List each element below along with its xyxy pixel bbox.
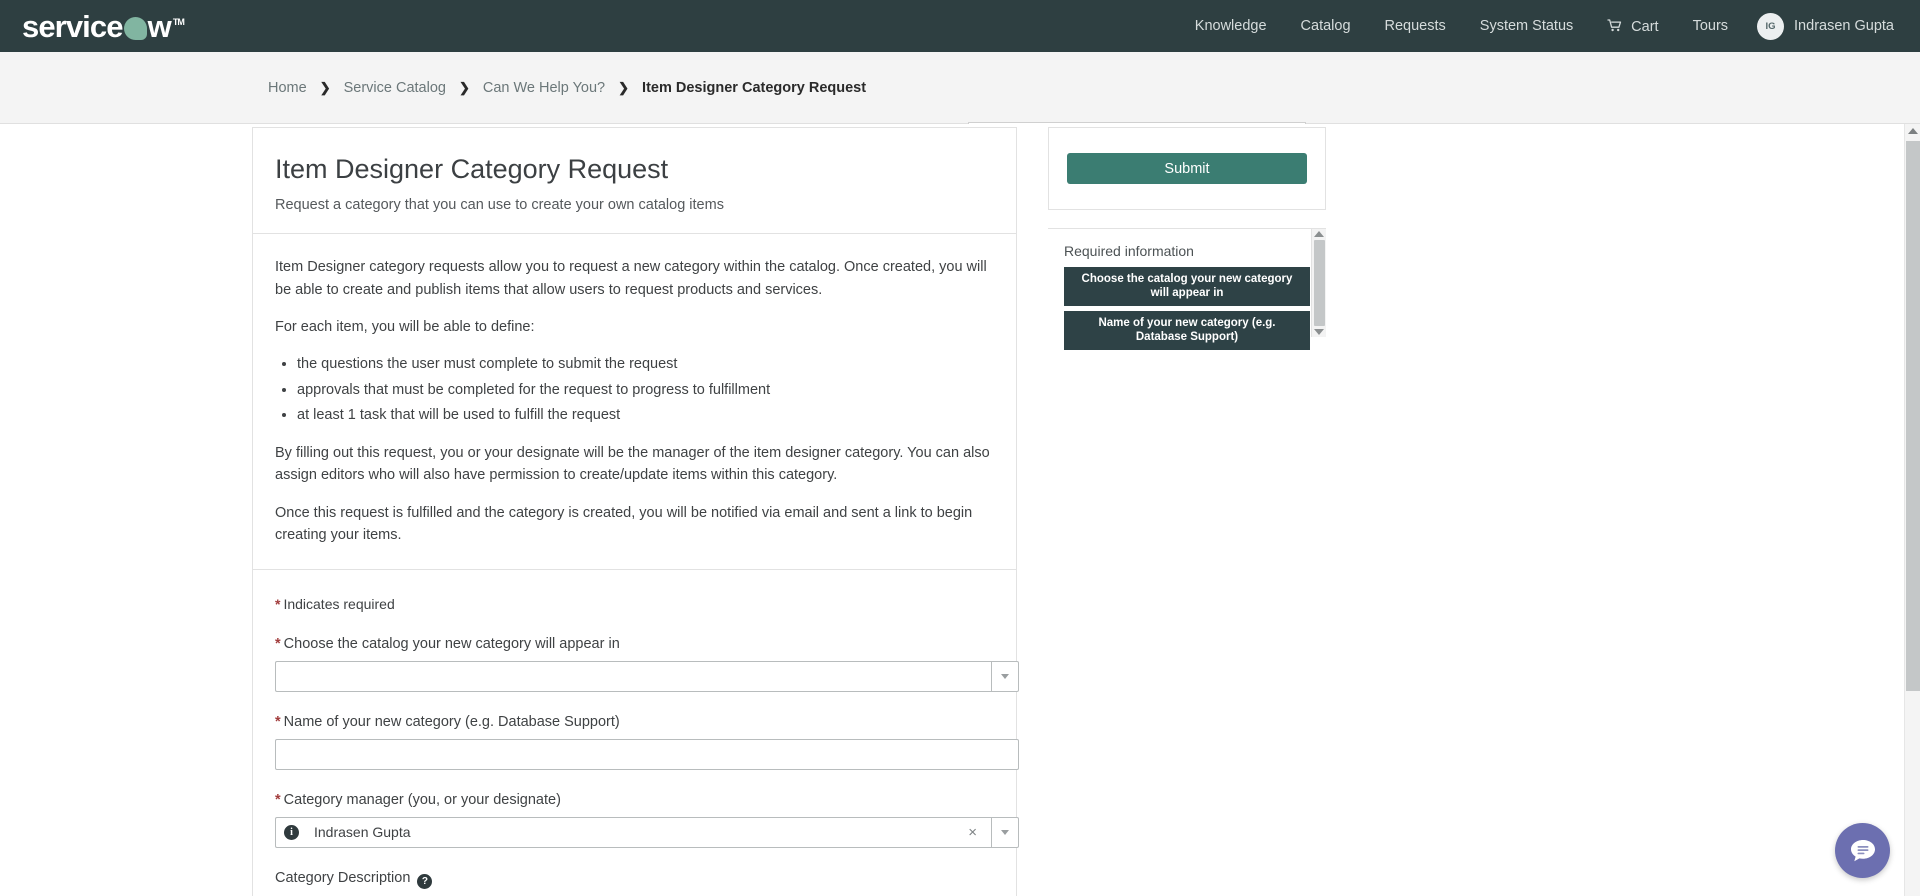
- field-category-name-label: * Name of your new category (e.g. Databas…: [275, 714, 994, 730]
- intro-paragraph-2: For each item, you will be able to defin…: [275, 318, 535, 335]
- field-category-manager: * Category manager (you, or your designat…: [275, 792, 1019, 848]
- breadcrumb-home[interactable]: Home: [268, 80, 307, 96]
- logo-o-mark: [123, 16, 147, 40]
- catalog-form: * Indicates required * Choose the catalog …: [253, 570, 1019, 896]
- required-legend: * Indicates required: [275, 596, 994, 612]
- field-category-description-label-text: Category Description: [275, 869, 411, 886]
- scroll-down-arrow-icon[interactable]: [1314, 329, 1324, 335]
- category-manager-value: Indrasen Gupta: [314, 824, 411, 841]
- catalog-select-dropdown-button[interactable]: [991, 660, 1019, 692]
- required-asterisk: *: [275, 791, 281, 808]
- logo-text-right: w: [147, 8, 172, 44]
- breadcrumb-current: Item Designer Category Request: [642, 79, 867, 96]
- top-header: service w TM Knowledge Catalog Requests Sy…: [0, 0, 1920, 52]
- category-manager-field[interactable]: i Indrasen Gupta ×: [275, 816, 991, 848]
- chevron-right-icon: ❯: [618, 79, 630, 95]
- breadcrumb-bar: Home ❯ Service Catalog ❯ Can We Help You…: [0, 52, 1920, 156]
- page-scrollbar-thumb[interactable]: [1906, 141, 1920, 691]
- scrollbar-thumb[interactable]: [1313, 240, 1325, 326]
- nav-requests[interactable]: Requests: [1368, 18, 1463, 34]
- submit-button[interactable]: Submit: [1067, 153, 1307, 184]
- page-body: Item Designer Category Request Request a…: [0, 124, 1920, 896]
- nav-tours[interactable]: Tours: [1676, 18, 1745, 34]
- scroll-up-arrow-icon[interactable]: [1314, 231, 1324, 237]
- page-subtitle: Request a category that you can use to c…: [275, 197, 724, 214]
- info-icon[interactable]: i: [284, 824, 299, 840]
- nav-knowledge[interactable]: Knowledge: [1178, 18, 1284, 34]
- chevron-down-icon: [1001, 673, 1009, 679]
- required-information-panel: Required information Choose the catalog …: [1048, 228, 1326, 350]
- field-catalog-label-text: Choose the catalog your new category wil…: [283, 635, 620, 652]
- breadcrumb-service-catalog[interactable]: Service Catalog: [344, 80, 446, 96]
- nav-catalog[interactable]: Catalog: [1284, 18, 1368, 34]
- breadcrumb: Home ❯ Service Catalog ❯ Can We Help You…: [268, 80, 866, 96]
- cart-icon: [1607, 18, 1626, 34]
- required-chip-catalog[interactable]: Choose the catalog your new category wil…: [1064, 267, 1310, 306]
- required-information-title: Required information: [1064, 243, 1194, 259]
- field-category-description: Category Description?: [275, 869, 994, 889]
- form-card: * Indicates required * Choose the catalog …: [252, 569, 1019, 896]
- avatar[interactable]: IG: [1757, 12, 1785, 40]
- sidebar: Submit Required information Choose the c…: [1048, 127, 1326, 350]
- category-manager-lookup-button[interactable]: [991, 816, 1019, 848]
- submit-card: Submit: [1048, 127, 1326, 210]
- list-item: approvals that must be completed for the…: [297, 379, 994, 401]
- required-asterisk: *: [275, 635, 281, 652]
- list-item: the questions the user must complete to …: [297, 353, 994, 375]
- page-scrollbar[interactable]: [1904, 124, 1920, 896]
- outro-paragraph-2: Once this request is fulfilled and the c…: [275, 504, 973, 544]
- scroll-up-arrow-icon[interactable]: [1908, 128, 1918, 134]
- nav-system-status[interactable]: System Status: [1463, 18, 1590, 34]
- category-name-input[interactable]: [275, 738, 1019, 770]
- catalog-select-input[interactable]: [275, 660, 991, 692]
- required-chip-category-name[interactable]: Name of your new category (e.g. Database…: [1064, 310, 1310, 350]
- field-category-manager-label-text: Category manager (you, or your designate…: [283, 791, 561, 808]
- field-catalog: * Choose the catalog your new category wi…: [275, 636, 1019, 692]
- main-column: Item Designer Category Request Request a…: [252, 124, 1019, 896]
- chat-bubble-icon: [1850, 839, 1875, 861]
- definition-list: the questions the user must complete to …: [297, 353, 994, 426]
- field-category-name-label-text: Name of your new category (e.g. Database…: [283, 713, 620, 730]
- description-text: Item Designer category requests allow yo…: [253, 234, 1016, 569]
- title-card: Item Designer Category Request Request a…: [252, 127, 1017, 235]
- breadcrumb-can-we-help-you[interactable]: Can We Help You?: [483, 80, 605, 96]
- servicenow-logo[interactable]: service w TM: [22, 8, 185, 44]
- page-title: Item Designer Category Request: [275, 154, 669, 184]
- field-category-name: * Name of your new category (e.g. Databas…: [275, 714, 1019, 770]
- required-asterisk: *: [275, 713, 281, 730]
- chat-button[interactable]: [1835, 823, 1890, 878]
- outro-paragraph-1: By filling out this request, you or your…: [275, 444, 990, 484]
- required-legend-text: Indicates required: [283, 595, 395, 612]
- main-navigation: Knowledge Catalog Requests System Status…: [1178, 12, 1900, 40]
- logo-trademark: TM: [172, 16, 185, 27]
- list-item: at least 1 task that will be used to ful…: [297, 404, 994, 426]
- required-panel-scrollbar[interactable]: [1311, 229, 1326, 337]
- intro-paragraph-1: Item Designer category requests allow yo…: [275, 259, 987, 298]
- clear-icon[interactable]: ×: [962, 824, 983, 841]
- user-name[interactable]: Indrasen Gupta: [1784, 18, 1900, 34]
- field-category-description-label: Category Description?: [275, 869, 994, 889]
- chevron-down-icon: [1001, 829, 1009, 835]
- chevron-right-icon: ❯: [319, 79, 331, 95]
- required-asterisk: *: [275, 595, 281, 612]
- description-card: Item Designer category requests allow yo…: [252, 234, 1017, 570]
- chevron-right-icon: ❯: [458, 79, 470, 95]
- field-category-manager-label: * Category manager (you, or your designat…: [275, 792, 994, 808]
- logo-text-left: service: [22, 8, 123, 44]
- nav-cart[interactable]: Cart: [1590, 18, 1675, 35]
- help-icon[interactable]: ?: [417, 873, 433, 889]
- field-catalog-label: * Choose the catalog your new category wi…: [275, 636, 994, 652]
- cart-label: Cart: [1631, 18, 1659, 35]
